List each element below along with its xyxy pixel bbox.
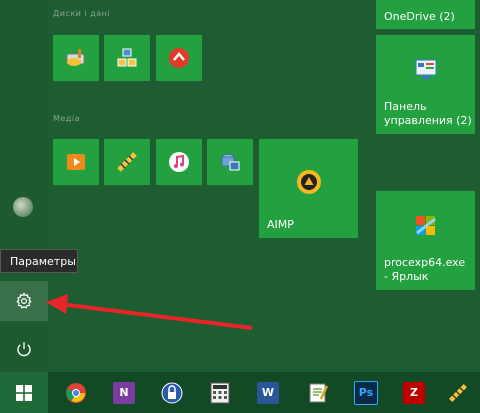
tile-procexp-label-line1: procexp64.exe bbox=[384, 256, 466, 269]
notepadpp-icon bbox=[309, 383, 329, 402]
taskbar-chrome[interactable] bbox=[54, 372, 98, 413]
power-icon bbox=[17, 342, 31, 357]
taskbar-notepadpp[interactable] bbox=[296, 372, 340, 413]
disk-cleanup-icon bbox=[66, 49, 85, 66]
onenote-icon: N bbox=[113, 381, 135, 404]
chrome-icon bbox=[66, 382, 86, 403]
tile-control-panel-label: Панель управления (2) bbox=[384, 100, 472, 128]
windows-logo-icon bbox=[16, 384, 32, 401]
taskbar-calculator[interactable] bbox=[198, 372, 242, 413]
network-icon bbox=[117, 48, 137, 67]
keepass-icon bbox=[161, 382, 183, 403]
tile-aimp-label: AIMP bbox=[267, 218, 294, 231]
tool-icon bbox=[449, 383, 467, 402]
word-icon: W bbox=[257, 381, 279, 404]
tile-aimp[interactable]: AIMP bbox=[259, 139, 358, 238]
tile-database-app[interactable] bbox=[207, 139, 253, 185]
user-avatar[interactable] bbox=[13, 197, 33, 217]
tile-onedrive[interactable]: OneDrive (2) bbox=[376, 0, 475, 29]
photoshop-icon: Ps bbox=[354, 380, 378, 405]
media-player-icon bbox=[67, 154, 85, 170]
database-icon bbox=[221, 154, 240, 171]
taskbar: N W Ps Z bbox=[0, 372, 480, 413]
tool-app-icon bbox=[117, 152, 137, 172]
tile-itunes[interactable] bbox=[156, 139, 202, 185]
tile-procexp-label-line2: - Ярлык bbox=[384, 270, 429, 283]
group-label-media: Медіа bbox=[53, 114, 80, 123]
tile-control-panel-label-line2: управления (2) bbox=[384, 114, 472, 127]
power-button[interactable] bbox=[0, 329, 48, 369]
taskbar-photoshop[interactable]: Ps bbox=[344, 372, 388, 413]
filezilla-icon: Z bbox=[403, 381, 425, 404]
group-label-drives: Диски і дані bbox=[53, 9, 111, 18]
start-button[interactable] bbox=[0, 372, 48, 413]
tile-onedrive-label: OneDrive (2) bbox=[384, 10, 455, 23]
red-circle-app-icon bbox=[169, 48, 189, 68]
aimp-icon bbox=[296, 169, 321, 194]
taskbar-onenote[interactable]: N bbox=[102, 372, 146, 413]
tile-control-panel-label-line1: Панель bbox=[384, 100, 427, 113]
control-panel-icon bbox=[415, 59, 436, 79]
tile-network-drive[interactable] bbox=[104, 35, 150, 81]
tile-disk-cleanup[interactable] bbox=[53, 35, 99, 81]
taskbar-word[interactable]: W bbox=[246, 372, 290, 413]
tile-control-panel[interactable]: Панель управления (2) bbox=[376, 35, 475, 134]
taskbar-filezilla[interactable]: Z bbox=[392, 372, 436, 413]
tile-app-red[interactable] bbox=[156, 35, 202, 81]
tile-procexp[interactable]: procexp64.exe - Ярлык bbox=[376, 191, 475, 290]
tile-media-player[interactable] bbox=[53, 139, 99, 185]
taskbar-tool-app[interactable] bbox=[436, 372, 480, 413]
tile-procexp-label: procexp64.exe - Ярлык bbox=[384, 256, 465, 284]
itunes-icon bbox=[169, 152, 189, 172]
procexp-icon bbox=[415, 215, 436, 235]
calculator-icon bbox=[210, 382, 230, 403]
settings-tooltip: Параметры bbox=[0, 249, 78, 273]
gear-icon bbox=[16, 292, 32, 309]
tile-tool-app[interactable] bbox=[104, 139, 150, 185]
annotation-arrow bbox=[46, 294, 253, 330]
taskbar-keepass[interactable] bbox=[150, 372, 194, 413]
